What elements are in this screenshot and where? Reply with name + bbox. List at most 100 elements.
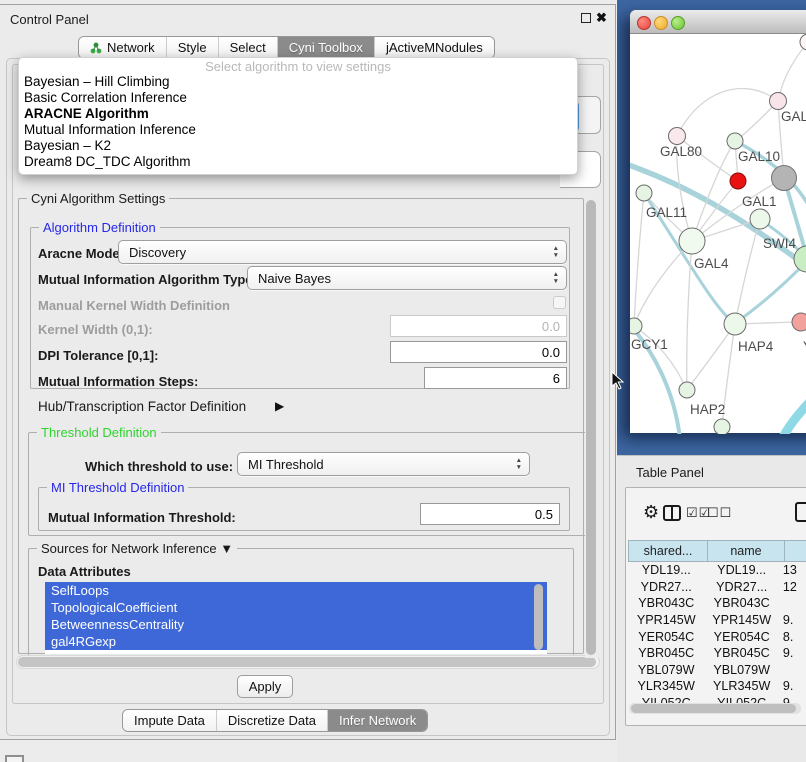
algorithm-option[interactable]: Bayesian – Hill Climbing [19, 74, 577, 90]
table-cell: 8. [779, 630, 806, 644]
aracne-mode-value: Discovery [129, 245, 186, 260]
table-row[interactable]: YDL19...YDL19...13 [628, 562, 806, 579]
data-attributes-label: Data Attributes [38, 564, 131, 579]
network-node[interactable] [669, 128, 686, 145]
network-canvas[interactable]: GALGAL80GAL10GAL11GAL1SWI4GAL4GCY1HAP4YH… [630, 34, 806, 434]
aracne-mode-label: Aracne Mode: [38, 246, 124, 261]
algorithm-option[interactable]: Dream8 DC_TDC Algorithm [19, 154, 577, 170]
which-threshold-label: Which threshold to use: [85, 459, 233, 474]
table-hscrollbar-thumb[interactable] [631, 704, 796, 713]
node-label: GAL10 [738, 149, 780, 164]
network-node[interactable] [772, 166, 797, 191]
column-header[interactable] [784, 540, 806, 562]
mi-steps-field[interactable]: 6 [424, 367, 567, 389]
attribute-item[interactable]: TopologicalCoefficient [45, 599, 547, 616]
attribute-item[interactable]: BetweennessCentrality [45, 616, 547, 633]
column-header[interactable]: name [707, 540, 784, 562]
close-icon[interactable]: ✖ [596, 10, 607, 26]
dpi-tolerance-label: DPI Tolerance [0,1]: [38, 348, 158, 363]
table-header: shared...name [628, 540, 806, 562]
zoom-traffic-light[interactable] [671, 16, 685, 30]
sources-group-title: Sources for Network Inference ▼ [37, 541, 237, 556]
tab-cyni-toolbox[interactable]: Cyni Toolbox [278, 37, 375, 58]
network-node[interactable] [714, 419, 730, 434]
new-table-icon[interactable] [795, 502, 806, 522]
minimize-traffic-light[interactable] [654, 16, 668, 30]
table-row[interactable]: YPR145WYPR145W9. [628, 612, 806, 629]
table-cell: YER054C [628, 630, 704, 644]
mouse-cursor [611, 371, 625, 391]
float-window-icon[interactable] [581, 13, 591, 23]
columns-icon[interactable] [663, 505, 681, 521]
table-panel-title: Table Panel [636, 465, 704, 480]
network-node[interactable] [630, 318, 642, 334]
network-window-titlebar[interactable] [630, 10, 806, 34]
network-node[interactable] [727, 133, 743, 149]
which-threshold-select[interactable]: MI Threshold ▲▼ [237, 452, 530, 476]
table-cell: YBL079W [628, 663, 704, 677]
tab-infer-network[interactable]: Infer Network [328, 710, 427, 731]
algorithm-option[interactable]: Mutual Information Inference [19, 122, 577, 138]
settings-vscrollbar-thumb[interactable] [586, 200, 596, 655]
tab-discretize-data[interactable]: Discretize Data [217, 710, 328, 731]
apply-button[interactable]: Apply [237, 675, 293, 698]
network-node[interactable] [770, 93, 787, 110]
screen: Control Panel ✖ NetworkStyleSelectCyni T… [0, 0, 806, 762]
tab-network[interactable]: Network [79, 37, 167, 58]
minimized-panel-icon[interactable] [5, 755, 24, 762]
control-panel-tabs: Network Style SelectCyni ToolboxjActiveMNo… [78, 36, 495, 59]
network-node[interactable] [724, 313, 746, 335]
network-node[interactable] [800, 34, 806, 50]
table-row[interactable]: YBL079WYBL079W [628, 662, 806, 679]
attributes-scrollbar[interactable] [534, 584, 543, 650]
network-icon [90, 42, 102, 54]
table-row[interactable]: YIL052CYIL052C9 [628, 695, 806, 703]
kernel-width-field[interactable]: 0.0 [390, 315, 567, 337]
network-node[interactable] [792, 313, 806, 331]
tab-style[interactable]: Style [167, 37, 219, 58]
stepper-icon: ▲▼ [516, 457, 522, 471]
node-label: GCY1 [631, 337, 668, 352]
collapse-arrow-icon[interactable]: ▼ [220, 541, 233, 556]
network-node[interactable] [679, 228, 705, 254]
table-row[interactable]: YLR345WYLR345W9. [628, 678, 806, 695]
column-header[interactable]: shared... [628, 540, 707, 562]
close-traffic-light[interactable] [637, 16, 651, 30]
network-node[interactable] [636, 185, 652, 201]
table-row[interactable]: YBR045CYBR045C9. [628, 645, 806, 662]
tab-label: Impute Data [134, 713, 205, 728]
network-node[interactable] [679, 382, 695, 398]
network-node[interactable] [750, 209, 770, 229]
algorithm-option[interactable]: ARACNE Algorithm [19, 106, 577, 122]
tab-jactivemnodules[interactable]: jActiveMNodules [375, 37, 494, 58]
kernel-width-label: Kernel Width (0,1): [38, 322, 153, 337]
algorithm-option[interactable]: Bayesian – K2 [19, 138, 577, 154]
table-cell: YIL052C [704, 696, 778, 703]
dpi-tolerance-field[interactable]: 0.0 [390, 341, 567, 363]
tab-label: Style [178, 40, 207, 55]
aracne-mode-select[interactable]: Discovery ▲▼ [118, 240, 567, 264]
gear-icon[interactable]: ⚙ [643, 503, 659, 521]
network-node[interactable] [730, 173, 746, 189]
expand-arrow-icon[interactable]: ▶ [275, 399, 284, 413]
manual-kernel-checkbox[interactable] [553, 296, 566, 309]
table-rows: YDL19...YDL19...13YDR27...YDR27...12YBR0… [628, 562, 806, 703]
tab-select[interactable]: Select [219, 37, 278, 58]
table-cell: 9 [779, 696, 806, 703]
popup-prompt: Select algorithm to view settings [19, 59, 577, 74]
table-cell: YBR045C [704, 646, 778, 660]
table-row[interactable]: YBR043CYBR043C [628, 595, 806, 612]
table-row[interactable]: YER054CYER054C8. [628, 628, 806, 645]
data-attributes-list[interactable]: SelfLoopsTopologicalCoefficientBetweenne… [45, 582, 547, 654]
table-cell: YPR145W [628, 613, 704, 627]
mi-threshold-field[interactable]: 0.5 [420, 503, 560, 525]
attribute-item[interactable]: gal4RGexp [45, 633, 547, 650]
deselect-all-checkboxes-icon[interactable]: ☐☐ [707, 505, 732, 521]
table-row[interactable]: YDR27...YDR27...12 [628, 579, 806, 596]
algorithm-option[interactable]: Basic Correlation Inference [19, 90, 577, 106]
network-view-window: GALGAL80GAL10GAL11GAL1SWI4GAL4GCY1HAP4YH… [630, 10, 806, 433]
settings-hscrollbar-thumb[interactable] [18, 657, 596, 667]
tab-impute-data[interactable]: Impute Data [123, 710, 217, 731]
mi-type-select[interactable]: Naive Bayes ▲▼ [247, 266, 567, 290]
attribute-item[interactable]: SelfLoops [45, 582, 547, 599]
